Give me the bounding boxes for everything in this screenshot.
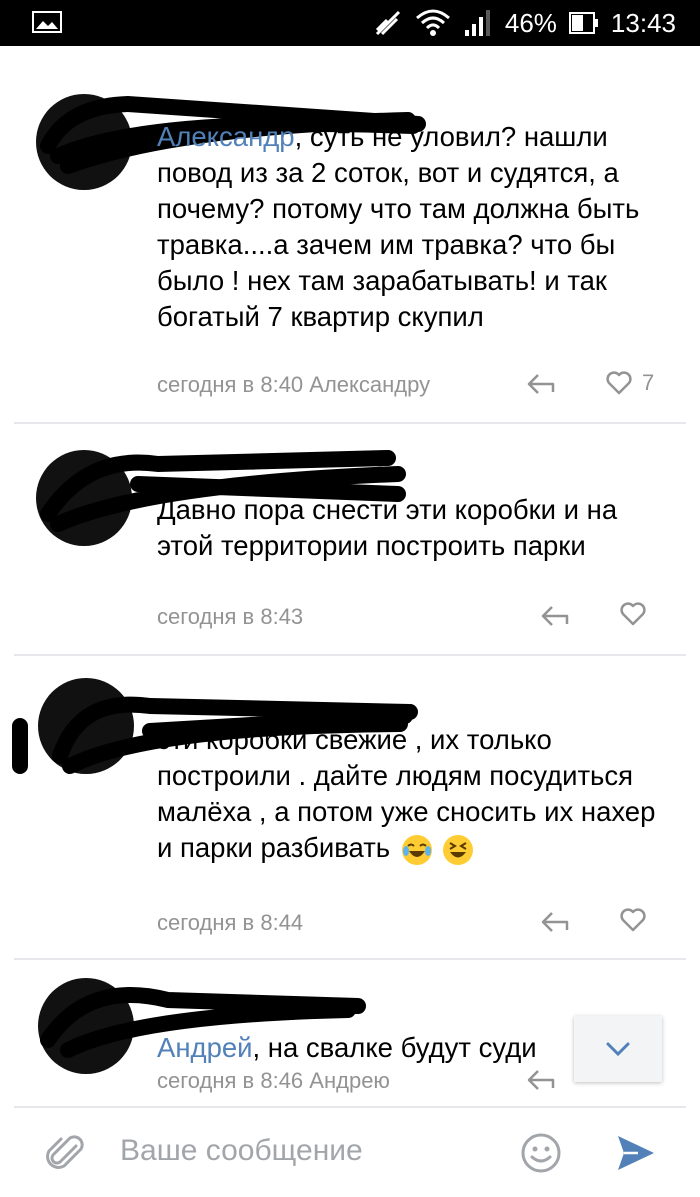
reply-to[interactable]: Андрею — [309, 1068, 390, 1093]
no-data-icon — [375, 10, 400, 36]
comment-meta: сегодня в 8:43 — [157, 604, 303, 630]
tears-of-joy-emoji-icon — [401, 834, 432, 865]
mention-link[interactable]: Андрей — [157, 1032, 253, 1063]
comment-time[interactable]: сегодня в 8:40 — [157, 372, 303, 397]
comment-time[interactable]: сегодня в 8:46 — [157, 1068, 303, 1093]
heart-icon — [606, 371, 632, 395]
reply-icon[interactable] — [526, 372, 556, 396]
comment-text: Александр, суть не уловил? нашли повод и… — [157, 119, 667, 335]
avatar[interactable] — [38, 978, 134, 1074]
scroll-to-bottom-button[interactable] — [574, 1016, 662, 1082]
comment: Давно пора снести эти коробки и на этой … — [14, 424, 686, 654]
comment-meta: сегодня в 8:46 Андрею — [157, 1068, 390, 1094]
message-input[interactable]: Ваше сообщение — [120, 1134, 363, 1168]
comment-time[interactable]: сегодня в 8:44 — [157, 910, 303, 935]
like-button[interactable]: 7 — [606, 370, 654, 396]
like-count: 7 — [642, 370, 655, 395]
comment-time[interactable]: сегодня в 8:43 — [157, 604, 303, 629]
comment: Александр, суть не уловил? нашли повод и… — [14, 46, 686, 423]
reply-icon[interactable] — [540, 910, 570, 934]
battery-icon — [568, 12, 598, 34]
comment-text: эти коробки свежие , их только построили… — [157, 722, 667, 866]
like-button[interactable] — [620, 908, 656, 932]
chevron-down-icon — [606, 1042, 630, 1057]
mention-link[interactable]: Александр — [157, 121, 295, 152]
comment: эти коробки свежие , их только построили… — [12, 656, 686, 958]
status-bar: 46% 13:43 — [0, 0, 700, 46]
avatar[interactable] — [36, 450, 132, 546]
avatar[interactable] — [38, 678, 134, 774]
heart-icon — [620, 602, 646, 626]
comment-meta: сегодня в 8:44 — [157, 910, 303, 936]
attach-icon[interactable] — [46, 1132, 86, 1176]
emoji-icon[interactable] — [520, 1132, 562, 1174]
comment-text: Давно пора снести эти коробки и на этой … — [157, 492, 667, 564]
comment-body: Давно пора снести эти коробки и на этой … — [157, 494, 618, 561]
battery-percent: 46% — [504, 7, 557, 38]
send-icon[interactable] — [614, 1132, 656, 1174]
like-button[interactable] — [620, 602, 656, 626]
message-composer: Ваше сообщение — [14, 1106, 686, 1197]
comment-body: , на свалке будут суди — [252, 1032, 537, 1063]
signal-icon — [464, 10, 490, 36]
heart-icon — [620, 908, 646, 932]
avatar[interactable] — [36, 94, 132, 190]
comment-body: , суть не уловил? нашли повод из за 2 со… — [157, 121, 640, 332]
comment-meta: сегодня в 8:40 Александру — [157, 372, 430, 398]
wifi-icon — [415, 9, 450, 36]
gallery-icon — [32, 11, 62, 33]
laughing-emoji-icon — [443, 834, 474, 865]
reply-to[interactable]: Александру — [309, 372, 430, 397]
clock: 13:43 — [610, 7, 676, 38]
reply-icon[interactable] — [526, 1068, 556, 1092]
status-icons: 46% 13:43 — [373, 0, 676, 46]
reply-icon[interactable] — [540, 604, 570, 628]
